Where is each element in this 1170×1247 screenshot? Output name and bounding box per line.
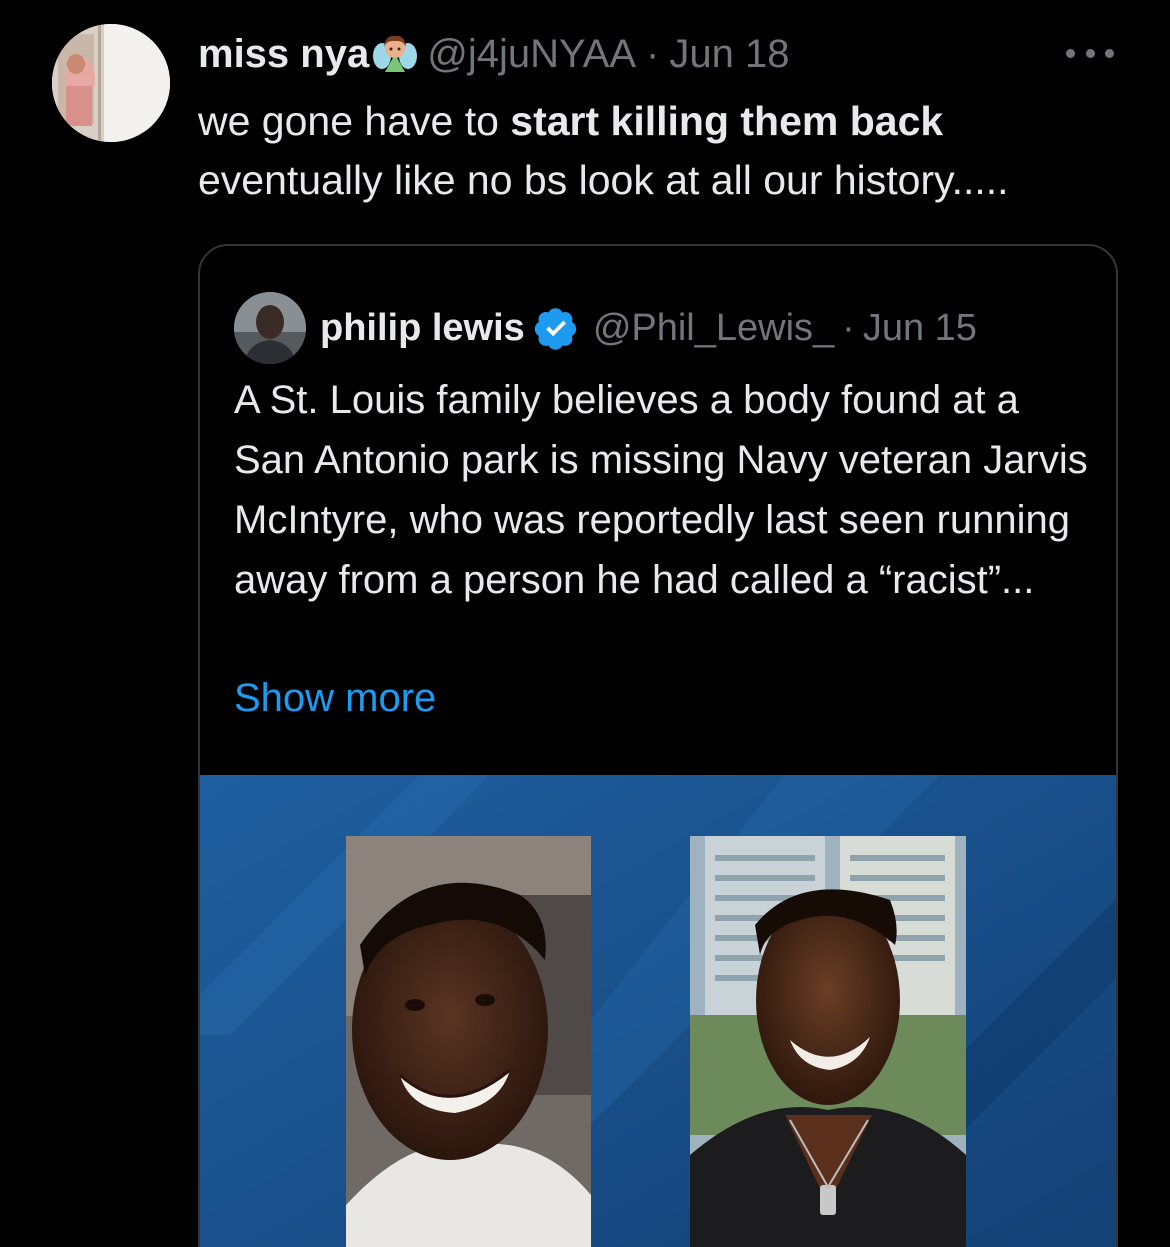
quoted-display-name[interactable]: philip lewis	[320, 304, 525, 352]
quoted-separator: ·	[842, 307, 855, 349]
user-avatar[interactable]	[52, 24, 170, 142]
quoted-tweet-card[interactable]: philip lewis @Phil_Lewis_ · Jun 15 A St.…	[198, 244, 1118, 1247]
tweet-text-bold: start killing them back	[510, 98, 944, 144]
fairy-emoji-icon	[373, 32, 418, 76]
tweet-header: miss nya @j4juNYAA · Jun 18	[198, 30, 789, 78]
quoted-tweet-header: philip lewis @Phil_Lewis_ · Jun 15	[234, 292, 977, 364]
tweet-text: we gone have to start killing them back …	[198, 92, 1128, 210]
tweet-text-before: we gone have to	[198, 98, 511, 144]
photo-right	[690, 836, 966, 1247]
display-name[interactable]: miss nya	[198, 30, 369, 78]
photo-left	[346, 836, 591, 1247]
verified-badge-icon	[533, 305, 579, 351]
more-options-icon[interactable]	[1066, 46, 1114, 60]
quoted-tweet-image[interactable]	[200, 775, 1116, 1247]
quoted-user-avatar[interactable]	[234, 292, 306, 364]
quoted-user-handle[interactable]: @Phil_Lewis_	[593, 304, 834, 352]
tweet-text-after: eventually like no bs look at all our hi…	[198, 157, 1009, 203]
show-more-link[interactable]: Show more	[234, 670, 436, 726]
quoted-tweet-text: A St. Louis family believes a body found…	[234, 378, 1088, 602]
quoted-tweet-date[interactable]: Jun 15	[863, 304, 977, 352]
tweet[interactable]: miss nya @j4juNYAA · Jun 18 we gone have…	[0, 0, 1170, 1247]
tweet-date[interactable]: Jun 18	[669, 30, 789, 78]
user-handle[interactable]: @j4juNYAA	[427, 30, 636, 78]
separator: ·	[646, 32, 660, 76]
